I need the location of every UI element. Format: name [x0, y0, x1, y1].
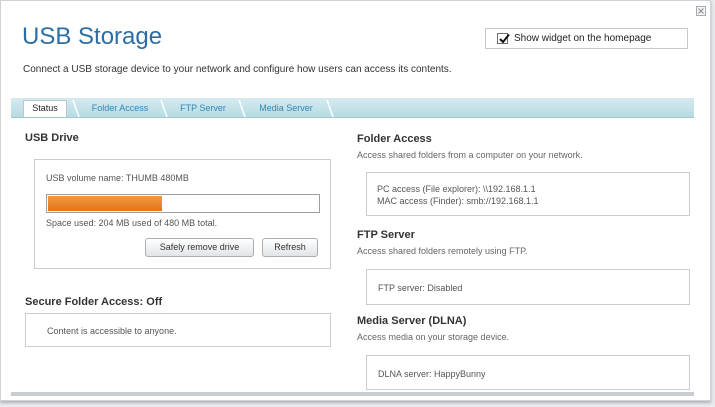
media-server-panel: DLNA server: HappyBunny: [366, 355, 690, 390]
space-used-text: Space used: 204 MB used of 480 MB total.: [46, 218, 218, 228]
show-widget-checkbox[interactable]: [497, 33, 510, 44]
tab-folder-access[interactable]: Folder Access: [81, 100, 159, 117]
bottom-divider: [11, 392, 694, 396]
usb-drive-panel: USB volume name: THUMB 480MB Space used:…: [34, 159, 331, 269]
tab-bar: Status Folder Access FTP Server Media Se…: [11, 98, 694, 118]
refresh-button[interactable]: Refresh: [262, 238, 318, 257]
secure-folder-panel: Content is accessible to anyone.: [25, 313, 331, 347]
show-widget-toggle[interactable]: Show widget on the homepage: [485, 28, 688, 49]
folder-access-desc: Access shared folders from a computer on…: [357, 150, 583, 160]
ftp-server-panel: FTP server: Disabled: [366, 269, 690, 305]
page-title: USB Storage: [22, 23, 163, 50]
usb-volume-name: USB volume name: THUMB 480MB: [46, 173, 189, 183]
ftp-server-status: FTP server: Disabled: [378, 283, 463, 293]
dlna-server-status: DLNA server: HappyBunny: [378, 369, 486, 379]
tab-media-server[interactable]: Media Server: [247, 100, 325, 117]
tab-separator: [72, 100, 80, 117]
media-server-heading: Media Server (DLNA): [357, 315, 467, 327]
space-used-progress-bar: [46, 194, 320, 213]
show-widget-label: Show widget on the homepage: [514, 33, 652, 44]
folder-access-heading: Folder Access: [357, 133, 432, 145]
page-subtitle: Connect a USB storage device to your net…: [23, 64, 452, 75]
ftp-server-desc: Access shared folders remotely using FTP…: [357, 246, 528, 256]
close-icon[interactable]: [696, 6, 706, 16]
tab-separator: [160, 100, 168, 117]
secure-folder-text: Content is accessible to anyone.: [47, 326, 177, 336]
usb-drive-heading: USB Drive: [25, 132, 79, 144]
usb-storage-widget: USB Storage Connect a USB storage device…: [0, 0, 711, 401]
checkmark-icon: [499, 33, 510, 44]
tab-status[interactable]: Status: [23, 100, 67, 117]
tab-ftp-server[interactable]: FTP Server: [169, 100, 237, 117]
folder-access-panel: PC access (File explorer): \\192.168.1.1…: [366, 172, 690, 216]
ftp-server-heading: FTP Server: [357, 229, 415, 241]
pc-access-address: PC access (File explorer): \\192.168.1.1: [377, 184, 536, 194]
safely-remove-drive-button[interactable]: Safely remove drive: [145, 238, 254, 257]
mac-access-address: MAC access (Finder): smb://192.168.1.1: [377, 196, 539, 206]
tab-separator: [238, 100, 246, 117]
tab-separator: [326, 100, 334, 117]
media-server-desc: Access media on your storage device.: [357, 332, 510, 342]
space-used-progress-fill: [48, 196, 162, 211]
secure-folder-heading: Secure Folder Access: Off: [25, 296, 163, 308]
